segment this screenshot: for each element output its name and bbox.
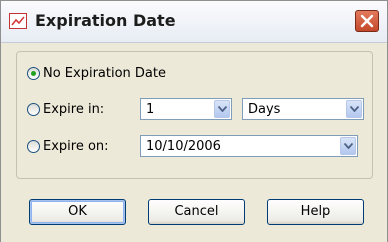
chevron-down-icon (218, 106, 227, 112)
ok-button[interactable]: OK (29, 199, 126, 225)
chevron-down-icon (344, 143, 353, 149)
title-bar[interactable]: Expiration Date (1, 1, 387, 43)
expire-on-date-picker[interactable]: 10/10/2006 (140, 135, 358, 157)
chevron-down-icon (350, 106, 359, 112)
expire-in-amount-value: 1 (146, 102, 155, 117)
no-expiration-radio[interactable] (27, 67, 40, 80)
dialog-title: Expiration Date (35, 11, 176, 30)
expire-in-unit-select[interactable]: Days (242, 98, 364, 120)
expire-on-date-dropdown-button[interactable] (340, 137, 356, 155)
close-icon (360, 14, 374, 28)
expire-in-amount-dropdown-button[interactable] (214, 100, 230, 118)
chart-icon (9, 13, 27, 29)
expire-in-unit-dropdown-button[interactable] (346, 100, 362, 118)
expire-in-radio[interactable] (27, 103, 40, 116)
cancel-button[interactable]: Cancel (148, 199, 245, 225)
expire-on-date-value: 10/10/2006 (146, 139, 221, 154)
expire-in-label: Expire in: (43, 102, 105, 117)
expire-in-amount-select[interactable]: 1 (140, 98, 232, 120)
no-expiration-label: No Expiration Date (43, 66, 166, 81)
expire-on-radio[interactable] (27, 140, 40, 153)
expiration-date-dialog: Expiration Date No Expiration Date Expir… (0, 0, 388, 242)
expire-on-label: Expire on: (43, 139, 109, 154)
expire-in-unit-value: Days (248, 102, 281, 117)
radio-selected-dot (31, 71, 36, 76)
dialog-body: No Expiration Date Expire in: 1 Days Exp… (1, 43, 387, 242)
help-button[interactable]: Help (267, 199, 364, 225)
close-button[interactable] (355, 10, 379, 32)
